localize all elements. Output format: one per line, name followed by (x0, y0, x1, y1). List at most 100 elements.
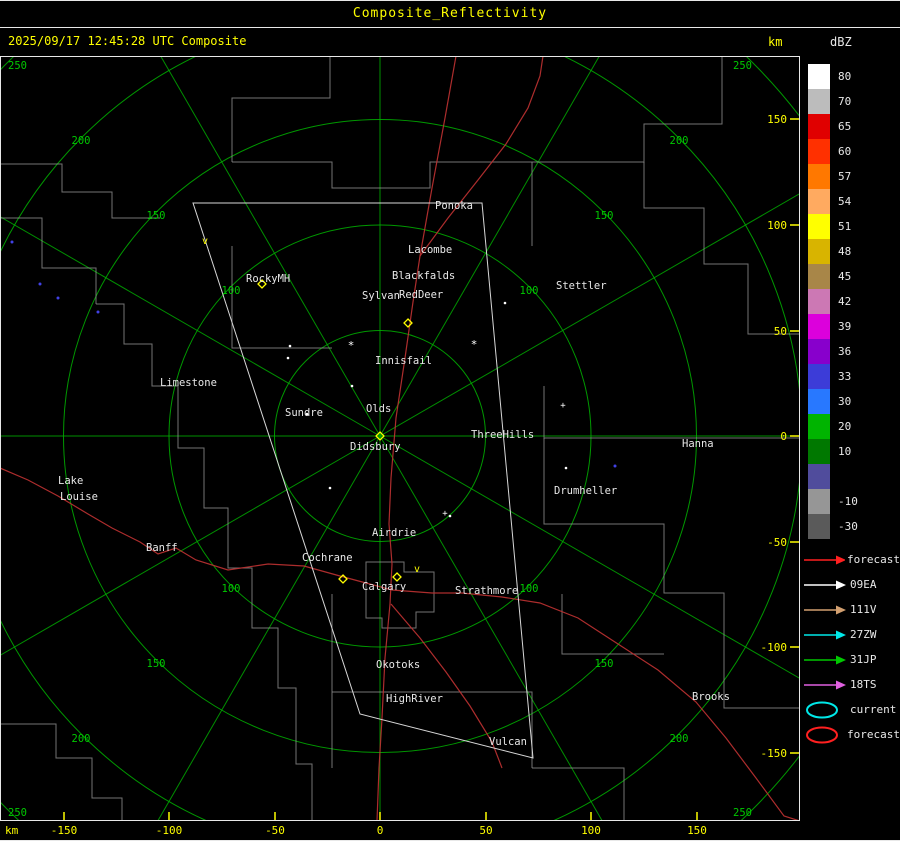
county-boundary (366, 562, 434, 628)
scale-entry: 20 (800, 414, 900, 439)
x-axis-tick-label: 150 (675, 824, 719, 837)
azimuth-spoke (0, 436, 380, 709)
city-label: Airdrie (372, 527, 416, 539)
scale-entry: 70 (800, 89, 900, 114)
legend-item: current (802, 697, 900, 722)
legend-label: forecast (847, 553, 900, 566)
title-bar: Composite_Reflectivity (0, 1, 900, 28)
legend-item: 27ZW (802, 622, 900, 647)
range-ring-label: 200 (72, 733, 91, 745)
legend: forecast09EA111V27ZW31JP18TScurrentforec… (802, 547, 900, 747)
city-label: Banff (146, 542, 178, 554)
x-axis: km -150-100-50050100150 (0, 821, 900, 841)
city-label: RedDeer (399, 289, 443, 301)
sidebar: 80706560575451484542393633302010-10-30 f… (800, 56, 900, 821)
radar-map[interactable]: vv**++PonokaLacombeBlackfaldsSylvanRedDe… (0, 56, 800, 821)
county-boundary (232, 162, 532, 188)
city-label: Hanna (682, 438, 714, 450)
city-label: RockyMH (246, 273, 290, 285)
y-axis-unit-label: km (768, 35, 782, 49)
clutter-speck (39, 283, 42, 286)
cell-arrow-icon: v (202, 236, 208, 247)
scale-entry: 36 (800, 339, 900, 364)
legend-arrow-icon (802, 623, 848, 647)
city-label: Lacombe (408, 244, 452, 256)
plus-marker-icon: + (560, 401, 566, 411)
x-axis-tick-label: -50 (253, 824, 297, 837)
legend-arrow-icon (802, 573, 848, 597)
scale-entry: 65 (800, 114, 900, 139)
county-boundary (0, 218, 96, 304)
scale-value: 33 (838, 364, 851, 389)
city-label: Olds (366, 403, 391, 415)
range-ring-label: 100 (520, 583, 539, 595)
town-dot-icon (565, 467, 568, 470)
city-label: Louise (60, 491, 98, 503)
azimuth-spoke (108, 436, 381, 821)
scale-swatch (808, 114, 830, 139)
scale-value: 36 (838, 339, 851, 364)
county-boundary (232, 246, 332, 348)
scale-swatch (808, 139, 830, 164)
county-boundary (544, 386, 800, 438)
scale-swatch (808, 164, 830, 189)
city-label: Didsbury (350, 441, 401, 453)
x-axis-tick-label: -150 (42, 824, 86, 837)
scale-entry: 30 (800, 389, 900, 414)
legend-label: 18TS (850, 678, 877, 691)
city-label: Stettler (556, 280, 607, 292)
scale-swatch (808, 414, 830, 439)
legend-item: forecast (802, 722, 900, 747)
scale-value: 57 (838, 164, 851, 189)
city-label: Okotoks (376, 659, 420, 671)
legend-arrow-icon (802, 673, 848, 697)
scale-value: 39 (838, 314, 851, 339)
page-title: Composite_Reflectivity (353, 6, 547, 21)
scale-swatch (808, 314, 830, 339)
dbz-color-scale: 80706560575451484542393633302010-10-30 (800, 64, 900, 539)
scale-swatch (808, 489, 830, 514)
city-label: Sylvan (362, 290, 400, 302)
range-ring-label: 100 (520, 285, 539, 297)
town-dot-icon (504, 302, 507, 305)
scale-swatch (808, 439, 830, 464)
town-dot-icon (351, 385, 354, 388)
scale-entry: 51 (800, 214, 900, 239)
county-boundary (232, 56, 330, 162)
legend-label: 27ZW (850, 628, 877, 641)
scale-value: 30 (838, 389, 851, 414)
x-axis-tick-label: -100 (147, 824, 191, 837)
range-ring-label: 150 (147, 658, 166, 670)
county-boundary (532, 768, 624, 821)
range-ring-label: 100 (222, 285, 241, 297)
radar-map-canvas[interactable]: vv**++PonokaLacombeBlackfaldsSylvanRedDe… (0, 56, 800, 821)
city-label: Sundre (285, 407, 323, 419)
radar-app-window: Composite_Reflectivity 2025/09/17 12:45:… (0, 0, 900, 841)
range-ring-label: 250 (733, 60, 752, 72)
scale-swatch (808, 64, 830, 89)
legend-label: current (850, 703, 896, 716)
y-axis-tick-label: -150 (761, 747, 788, 760)
legend-label: forecast (847, 728, 900, 741)
scale-value: 65 (838, 114, 851, 139)
scale-entry: 54 (800, 189, 900, 214)
map-layers: vv**++PonokaLacombeBlackfaldsSylvanRedDe… (0, 56, 800, 821)
asterisk-marker-icon: * (348, 339, 355, 352)
scale-swatch (808, 239, 830, 264)
scale-entry: 10 (800, 439, 900, 464)
city-label: Limestone (160, 377, 217, 389)
coverage-sector-outline (193, 203, 533, 758)
scale-value: 51 (838, 214, 851, 239)
city-label: Strathmore (455, 585, 518, 597)
range-ring-label: 250 (8, 60, 27, 72)
scale-swatch (808, 364, 830, 389)
legend-label: 111V (850, 603, 877, 616)
info-bar: 2025/09/17 12:45:28 UTC Composite km dBZ (0, 28, 900, 56)
scale-entry: 33 (800, 364, 900, 389)
scale-value: 42 (838, 289, 851, 314)
scale-entry: 48 (800, 239, 900, 264)
x-axis-tick-label: 0 (358, 824, 402, 837)
clutter-speck (11, 241, 14, 244)
legend-item: 111V (802, 597, 900, 622)
legend-label: 09EA (850, 578, 877, 591)
